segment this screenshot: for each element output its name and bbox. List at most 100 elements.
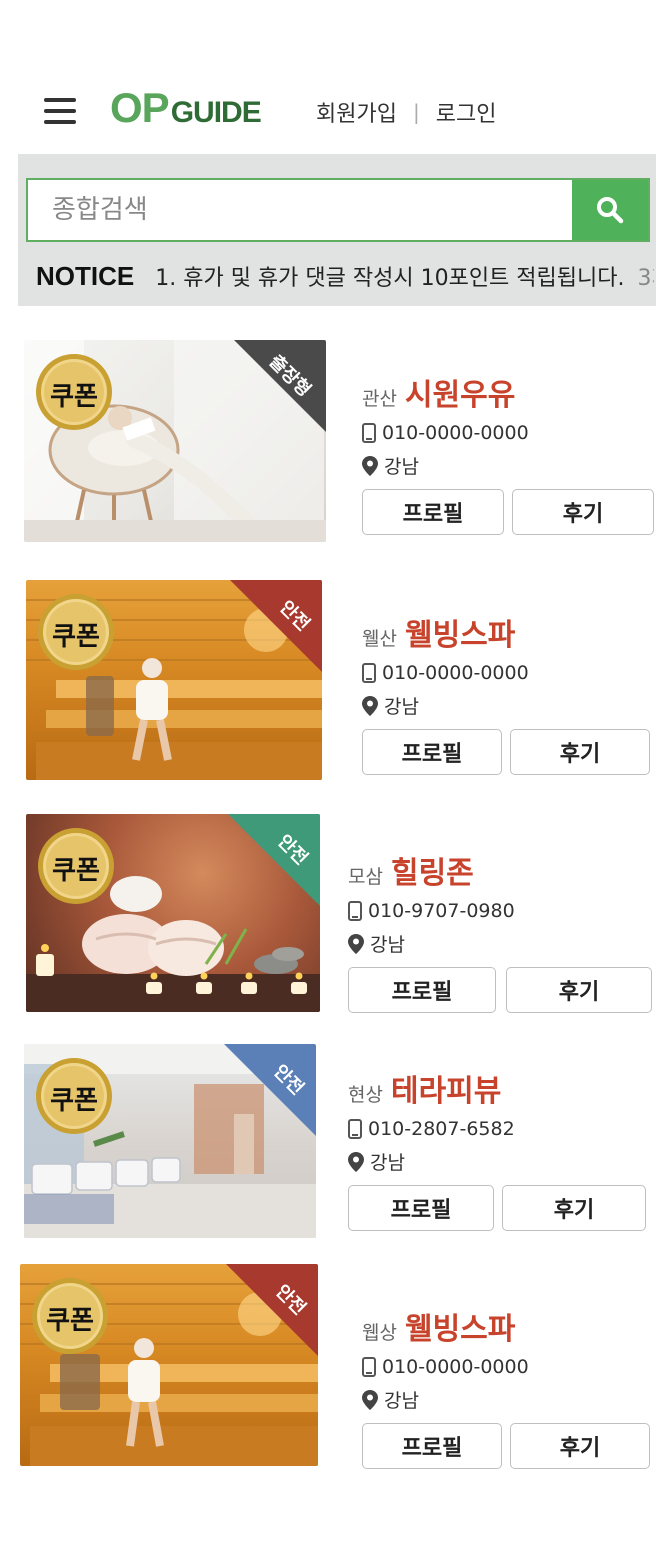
ribbon: [224, 1044, 316, 1136]
review-button[interactable]: 후기: [506, 967, 652, 1013]
phone-row[interactable]: 010-2807-6582: [348, 1118, 646, 1140]
logo-op: OP: [110, 84, 170, 131]
listing-buttons: 프로필 후기: [348, 967, 652, 1013]
auth-separator: |: [412, 100, 420, 124]
profile-button[interactable]: 프로필: [348, 967, 496, 1013]
review-button[interactable]: 후기: [512, 489, 654, 535]
listing-info: 모삼 힐링존 010-9707-0980 강남 프로필 후기: [348, 848, 652, 1013]
notice-label: NOTICE: [36, 261, 135, 291]
phone-icon: [362, 663, 376, 683]
review-button[interactable]: 후기: [510, 1423, 650, 1469]
ribbon: [226, 1264, 318, 1356]
listing-info: 웹상 웰빙스파 010-0000-0000 강남 프로필 후기: [362, 1304, 650, 1469]
search-panel: NOTICE 1. 휴가 및 휴가 댓글 작성시 10포인트 적립됩니다. 3개: [18, 154, 656, 306]
phone-icon: [362, 1357, 376, 1377]
listing-category: 관산: [362, 388, 397, 410]
logo-guide: GUIDE: [170, 96, 262, 129]
phone-number: 010-0000-0000: [382, 422, 529, 444]
listing-category: 현상: [348, 1084, 383, 1106]
profile-button[interactable]: 프로필: [362, 729, 502, 775]
listing-title: 관산 시원우유: [362, 370, 654, 414]
listing-name[interactable]: 힐링존: [391, 848, 474, 892]
location-pin-icon: [348, 933, 364, 954]
phone-row[interactable]: 010-9707-0980: [348, 900, 652, 922]
phone-icon: [348, 1119, 362, 1139]
listing-buttons: 프로필 후기: [362, 729, 650, 775]
ribbon: [230, 580, 322, 672]
location-row: 강남: [362, 452, 654, 479]
listing-title: 웹상 웰빙스파: [362, 1304, 650, 1348]
phone-number: 010-9707-0980: [368, 900, 515, 922]
location-pin-icon: [362, 695, 378, 716]
listing-image[interactable]: 출장형 쿠폰: [24, 340, 326, 542]
login-link[interactable]: 로그인: [436, 96, 497, 128]
profile-button[interactable]: 프로필: [362, 489, 504, 535]
location-text: 강남: [384, 1390, 419, 1412]
location-row: 강남: [362, 692, 650, 719]
profile-button[interactable]: 프로필: [348, 1185, 494, 1231]
coupon-badge: 쿠폰: [30, 1276, 110, 1356]
listing-card: 안전 쿠폰 웰산 웰빙스파 010-0000-0000 강남 프로필 후기: [0, 578, 672, 788]
listing-name[interactable]: 테라피뷰: [391, 1066, 501, 1110]
listing-title: 현상 테라피뷰: [348, 1066, 646, 1110]
listing-title: 모삼 힐링존: [348, 848, 652, 892]
menu-icon[interactable]: [44, 98, 76, 124]
listing-buttons: 프로필 후기: [362, 489, 654, 535]
listing-image[interactable]: 안전 쿠폰: [24, 1044, 316, 1238]
listing-image[interactable]: 안전 쿠폰: [26, 580, 322, 780]
phone-row[interactable]: 010-0000-0000: [362, 1356, 650, 1378]
listing-name[interactable]: 웰빙스파: [405, 1304, 515, 1348]
location-pin-icon: [362, 1389, 378, 1410]
listing-name[interactable]: 시원우유: [405, 370, 515, 414]
listing-name[interactable]: 웰빙스파: [405, 610, 515, 654]
review-button[interactable]: 후기: [510, 729, 650, 775]
profile-button[interactable]: 프로필: [362, 1423, 502, 1469]
location-text: 강남: [370, 934, 405, 956]
location-text: 강남: [384, 696, 419, 718]
listing-category: 모삼: [348, 866, 383, 888]
logo[interactable]: OPGUIDE: [110, 84, 262, 132]
location-row: 강남: [348, 1148, 646, 1175]
location-row: 강남: [348, 930, 652, 957]
notice-text: 1. 휴가 및 휴가 댓글 작성시 10포인트 적립됩니다.: [155, 266, 625, 291]
search-input[interactable]: [28, 180, 572, 240]
coupon-label: 쿠폰: [50, 382, 98, 412]
location-pin-icon: [362, 455, 378, 476]
coupon-label: 쿠폰: [52, 622, 100, 652]
phone-row[interactable]: 010-0000-0000: [362, 662, 650, 684]
auth-links: 회원가입 | 로그인: [316, 96, 496, 128]
listing-image[interactable]: 안전 쿠폰: [26, 814, 320, 1012]
listing-info: 웰산 웰빙스파 010-0000-0000 강남 프로필 후기: [362, 610, 650, 775]
ribbon: [228, 814, 320, 906]
coupon-badge: 쿠폰: [34, 1056, 114, 1136]
listing-info: 관산 시원우유 010-0000-0000 강남 프로필 후기: [362, 370, 654, 535]
phone-icon: [348, 901, 362, 921]
search-icon: [597, 197, 624, 224]
listing-buttons: 프로필 후기: [348, 1185, 646, 1231]
coupon-badge: 쿠폰: [34, 352, 114, 432]
signup-link[interactable]: 회원가입: [316, 96, 397, 128]
listing-card: 안전 쿠폰 웹상 웰빙스파 010-0000-0000 강남 프로필 후기: [0, 1262, 672, 1472]
review-button[interactable]: 후기: [502, 1185, 646, 1231]
coupon-label: 쿠폰: [46, 1306, 94, 1336]
coupon-badge: 쿠폰: [36, 826, 116, 906]
listing-category: 웰산: [362, 628, 397, 650]
listing-image[interactable]: 안전 쿠폰: [20, 1264, 318, 1466]
header: OPGUIDE 회원가입 | 로그인: [0, 70, 672, 150]
location-row: 강남: [362, 1386, 650, 1413]
phone-number: 010-0000-0000: [382, 662, 529, 684]
listing-buttons: 프로필 후기: [362, 1423, 650, 1469]
phone-number: 010-2807-6582: [368, 1118, 515, 1140]
search-box: [26, 178, 650, 242]
notice-bar[interactable]: NOTICE 1. 휴가 및 휴가 댓글 작성시 10포인트 적립됩니다. 3개: [36, 260, 654, 292]
coupon-badge: 쿠폰: [36, 592, 116, 672]
coupon-label: 쿠폰: [50, 1086, 98, 1116]
location-pin-icon: [348, 1151, 364, 1172]
phone-number: 010-0000-0000: [382, 1356, 529, 1378]
search-button[interactable]: [572, 180, 648, 240]
listing-info: 현상 테라피뷰 010-2807-6582 강남 프로필 후기: [348, 1066, 646, 1231]
phone-icon: [362, 423, 376, 443]
listing-card: 출장형 쿠폰 관산 시원우유 010-0000-0000 강남 프로필 후기: [0, 338, 672, 548]
phone-row[interactable]: 010-0000-0000: [362, 422, 654, 444]
location-text: 강남: [370, 1152, 405, 1174]
